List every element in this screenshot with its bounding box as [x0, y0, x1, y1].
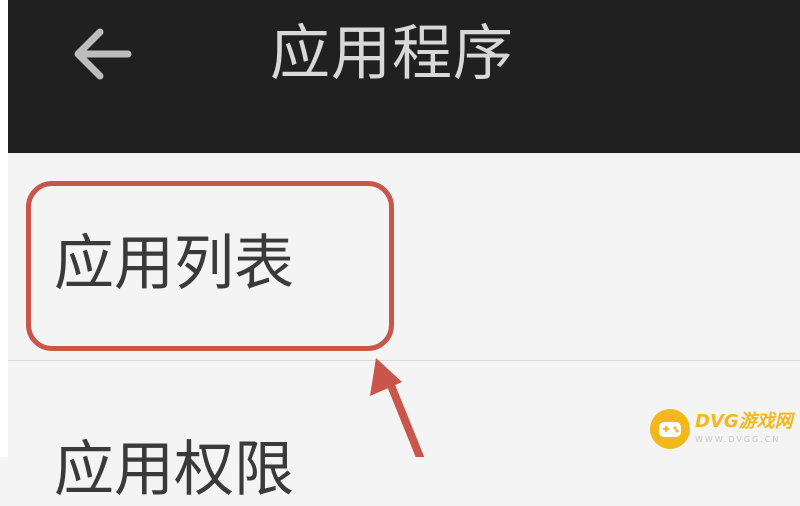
gamepad-icon [650, 409, 690, 449]
list-item-label: 应用权限 [54, 435, 294, 505]
watermark-title: DVG游戏网 [695, 411, 793, 432]
app-bar: 应用程序 [8, 0, 800, 153]
back-arrow-icon [74, 28, 132, 80]
watermark: DVG游戏网 WWW.DVGG.CN [645, 404, 795, 454]
annotation-arrow-icon [370, 358, 424, 457]
left-edge-strip [0, 0, 8, 457]
page-title: 应用程序 [270, 19, 514, 89]
highlight-box [26, 181, 394, 351]
back-button[interactable] [66, 20, 138, 88]
watermark-subtitle: WWW.DVGG.CN [695, 435, 781, 444]
